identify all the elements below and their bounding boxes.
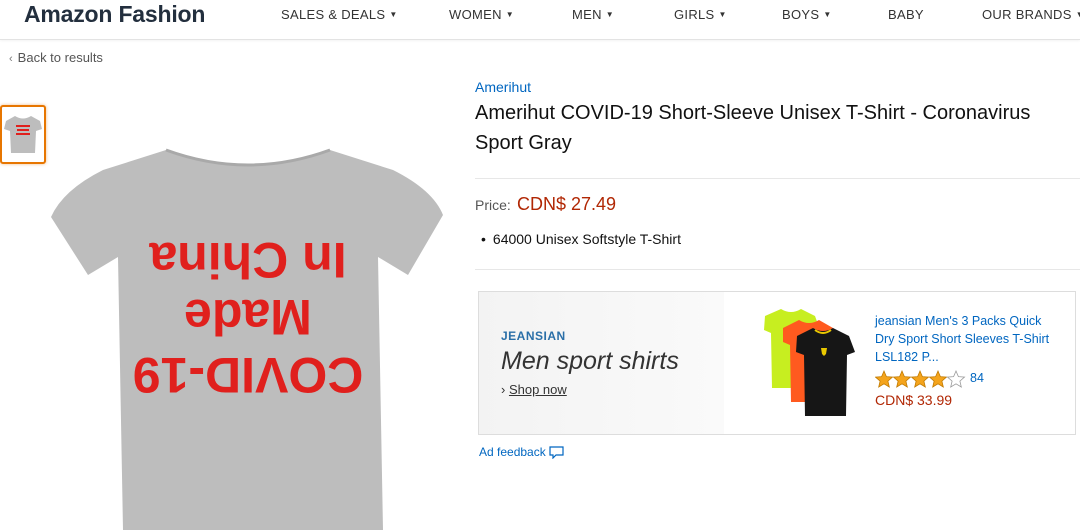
star-rating-icon — [874, 369, 966, 388]
nav-boys[interactable]: BOYS ▼ — [782, 7, 832, 22]
nav-our-brands[interactable]: OUR BRANDS ▼ — [982, 7, 1080, 22]
thumbnail-tshirt-image — [4, 116, 42, 153]
nav-label: GIRLS — [674, 7, 715, 22]
nav-label: BABY — [888, 7, 924, 22]
nav-label: WOMEN — [449, 7, 502, 22]
nav-baby[interactable]: BABY — [888, 7, 924, 22]
ad-price: CDN$ 33.99 — [875, 392, 953, 408]
chevron-left-icon: ‹ — [9, 53, 13, 65]
back-label: Back to results — [17, 50, 103, 65]
print-line-2: Made — [184, 289, 312, 345]
caret-down-icon: ▼ — [1075, 10, 1080, 19]
back-to-results-link[interactable]: ‹ Back to results — [9, 50, 103, 65]
nav-label: SALES & DEALS — [281, 7, 386, 22]
ad-rating-stars[interactable] — [874, 369, 967, 388]
caret-down-icon: ▼ — [605, 10, 615, 19]
ad-shop-now-link[interactable]: › Shop now — [501, 382, 567, 397]
ad-product-title-link[interactable]: jeansian Men's 3 Packs Quick Dry Sport S… — [875, 312, 1050, 366]
ad-feedback-link[interactable]: Ad feedback — [479, 445, 564, 460]
caret-down-icon: ▼ — [718, 10, 727, 19]
nav-men[interactable]: MEN ▼ — [572, 7, 614, 22]
caret-down-icon: ▼ — [389, 10, 398, 19]
ad-product-image[interactable] — [751, 306, 861, 421]
image-thumbnail[interactable] — [0, 105, 46, 164]
ad-feedback-label: Ad feedback — [479, 445, 546, 459]
feature-bullet-text: 64000 Unisex Softstyle T-Shirt — [492, 231, 681, 247]
print-line-1: COVID-19 — [133, 347, 364, 403]
caret-down-icon: ▼ — [505, 10, 514, 19]
ad-review-count[interactable]: 84 — [970, 371, 984, 385]
chevron-right-icon: › — [501, 382, 509, 397]
price-value: CDN$ 27.49 — [517, 194, 617, 214]
print-line-3: In China — [148, 232, 346, 288]
nav-girls[interactable]: GIRLS ▼ — [674, 7, 727, 22]
speech-bubble-icon — [549, 446, 564, 460]
nav-women[interactable]: WOMEN ▼ — [449, 7, 514, 22]
ad-brand-panel[interactable]: JEANSIAN Men sport shirts › Shop now — [479, 292, 724, 434]
divider — [475, 178, 1080, 179]
nav-label: OUR BRANDS — [982, 7, 1072, 22]
top-nav: Amazon Fashion SALES & DEALS ▼ WOMEN ▼ MEN… — [0, 0, 1080, 40]
feature-bullet: • 64000 Unisex Softstyle T-Shirt — [481, 231, 681, 247]
tshirt-image: COVID-19 Made In China — [51, 148, 443, 530]
nav-label: MEN — [572, 7, 602, 22]
amazon-fashion-logo[interactable]: Amazon Fashion — [24, 1, 205, 28]
nav-sales-deals[interactable]: SALES & DEALS ▼ — [281, 7, 398, 22]
divider — [475, 269, 1080, 270]
ad-brand-name: JEANSIAN — [501, 329, 566, 343]
price-label: Price: — [475, 197, 511, 213]
sponsored-ad[interactable]: JEANSIAN Men sport shirts › Shop now jea… — [478, 291, 1076, 435]
ad-headline: Men sport shirts — [501, 347, 679, 375]
caret-down-icon: ▼ — [823, 10, 832, 19]
product-title: Amerihut COVID-19 Short-Sleeve Unisex T-… — [475, 102, 1031, 154]
shop-now-label: Shop now — [508, 382, 567, 397]
product-main-image[interactable]: COVID-19 Made In China — [48, 145, 448, 530]
nav-label: BOYS — [782, 7, 820, 22]
seller-link[interactable]: Amerihut — [475, 79, 531, 95]
